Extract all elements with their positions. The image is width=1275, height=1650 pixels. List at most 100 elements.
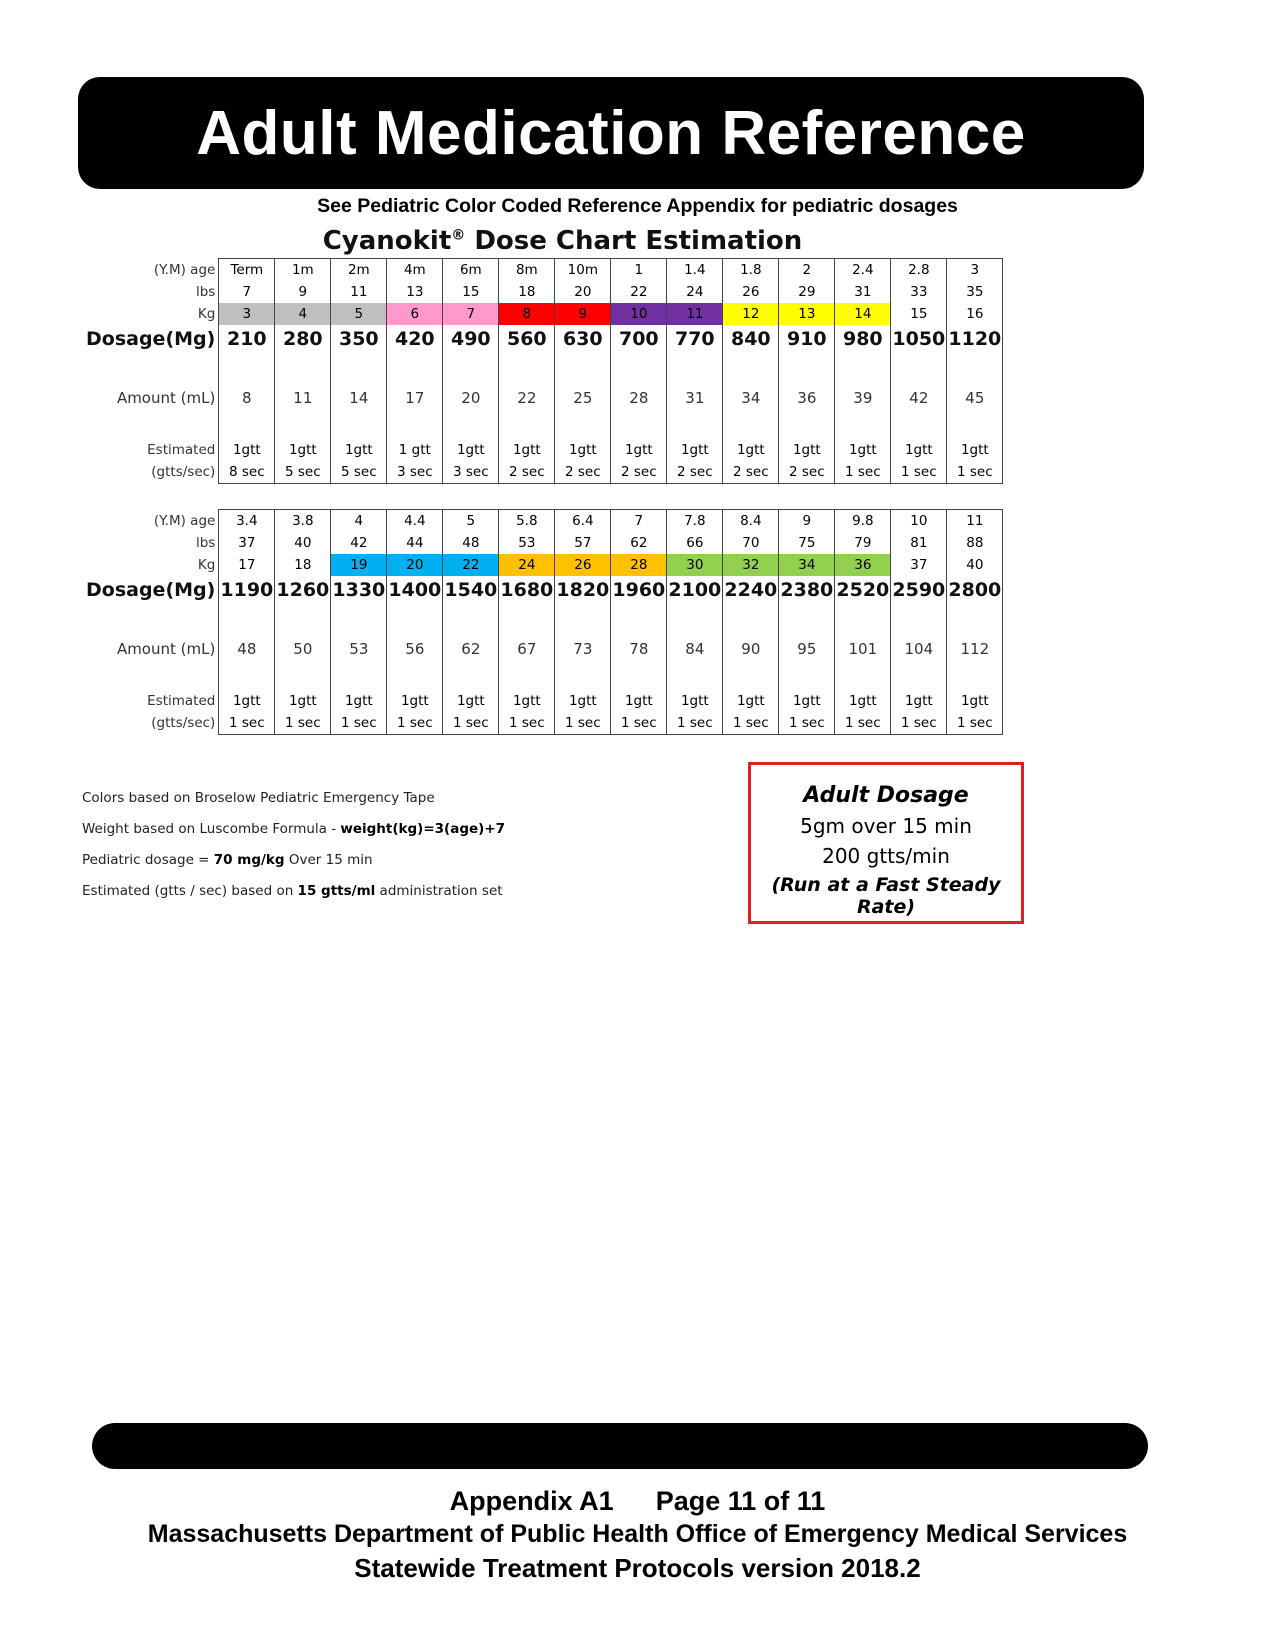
spacer-cell — [610, 353, 668, 387]
spacer-cell — [386, 409, 444, 439]
row-label: lbs — [195, 535, 216, 551]
amount-cell: 112 — [946, 638, 1004, 660]
dosage-cell: 2240 — [722, 576, 780, 604]
row-seconds: (gtts/sec) 1 sec 1 sec 1 sec 1 sec 1 sec 1 sec… — [86, 712, 1004, 735]
page-number: Page 11 of 11 — [655, 1486, 826, 1516]
row-age: (Y.M) age 3.4 3.8 4 4.4 5 5.8 6.4 7 7.8 8.4 9 9.8 10 1… — [86, 509, 1004, 532]
dosage-cell: 1190 — [218, 576, 276, 604]
dosage-cell: 700 — [610, 325, 668, 353]
spacer-cell — [498, 604, 556, 638]
seconds-cell: 2 sec — [722, 461, 780, 484]
spacer-row — [86, 353, 1004, 387]
adult-dosage-title: Adult Dosage — [803, 783, 969, 808]
spacer-cell — [722, 353, 780, 387]
kg-cell: 9 — [554, 303, 612, 325]
seconds-cell: 1 sec — [386, 712, 444, 735]
seconds-cell: 1 sec — [722, 712, 780, 735]
lbs-cell: 79 — [834, 532, 892, 554]
kg-cell: 3 — [218, 303, 276, 325]
kg-cell: 30 — [666, 554, 724, 576]
seconds-cell: 3 sec — [442, 461, 500, 484]
age-cell: 5.8 — [498, 509, 556, 532]
dose-table-infant: (Y.M) age Term 1m 2m 4m 6m 8m 10m 1 1.4 1.8 2 2.4 2.8… — [86, 258, 1004, 484]
amount-cell: 17 — [386, 387, 444, 409]
seconds-cell: 1 sec — [834, 461, 892, 484]
seconds-cell: 1 sec — [890, 712, 948, 735]
drops-cell: 1gtt — [890, 439, 948, 461]
seconds-cell: 1 sec — [330, 712, 388, 735]
lbs-cell: 37 — [218, 532, 276, 554]
row-label: Dosage(Mg) — [86, 579, 216, 601]
dosage-cell: 840 — [722, 325, 780, 353]
amount-cell: 14 — [330, 387, 388, 409]
spacer-cell — [330, 604, 388, 638]
spacer-cell — [890, 660, 948, 690]
seconds-cell: 1 sec — [834, 712, 892, 735]
lbs-cell: 33 — [890, 281, 948, 303]
lbs-cell: 35 — [946, 281, 1004, 303]
spacer-cell — [946, 660, 1004, 690]
drops-cell: 1gtt — [890, 690, 948, 712]
spacer-cell — [722, 409, 780, 439]
dose-chart-title: Cyanokit® Dose Chart Estimation — [0, 226, 1125, 256]
amount-cell: 67 — [498, 638, 556, 660]
lbs-cell: 62 — [610, 532, 668, 554]
spacer-cell — [610, 660, 668, 690]
lbs-cell: 18 — [498, 281, 556, 303]
row-kg: Kg 17 18 19 20 22 24 26 28 30 32 34 36 37 40 — [86, 554, 1004, 576]
spacer-cell — [330, 660, 388, 690]
dosage-cell: 2800 — [946, 576, 1004, 604]
spacer-cell — [890, 604, 948, 638]
age-cell: 9.8 — [834, 509, 892, 532]
amount-cell: 104 — [890, 638, 948, 660]
age-cell: 3.4 — [218, 509, 276, 532]
drops-cell: 1gtt — [610, 690, 668, 712]
kg-cell: 20 — [386, 554, 444, 576]
footer-department: Massachusetts Department of Public Healt… — [147, 1520, 1128, 1548]
drops-cell: 1gtt — [218, 690, 276, 712]
lbs-cell: 48 — [442, 532, 500, 554]
kg-cell: 10 — [610, 303, 668, 325]
row-label: (Y.M) age — [153, 512, 216, 529]
lbs-cell: 53 — [498, 532, 556, 554]
lbs-cell: 7 — [218, 281, 276, 303]
row-label: Dosage(Mg) — [86, 328, 216, 350]
amount-cell: 34 — [722, 387, 780, 409]
drops-cell: 1gtt — [834, 439, 892, 461]
kg-cell: 22 — [442, 554, 500, 576]
kg-cell: 11 — [666, 303, 724, 325]
dosage-cell: 1540 — [442, 576, 500, 604]
note-colors: Colors based on Broselow Pediatric Emerg… — [82, 790, 435, 806]
drops-cell: 1 gtt — [386, 439, 444, 461]
age-cell: 3.8 — [274, 509, 332, 532]
spacer-cell — [666, 409, 724, 439]
dosage-cell: 2380 — [778, 576, 836, 604]
dosage-cell: 1960 — [610, 576, 668, 604]
row-drops: Estimated 1gtt 1gtt 1gtt 1gtt 1gtt 1gtt 1gtt 1gt… — [86, 690, 1004, 712]
adult-dosage-rate: 200 gtts/min — [822, 844, 950, 868]
kg-cell: 28 — [610, 554, 668, 576]
dosage-cell: 1400 — [386, 576, 444, 604]
drops-cell: 1gtt — [554, 690, 612, 712]
lbs-cell: 26 — [722, 281, 780, 303]
age-cell: 6.4 — [554, 509, 612, 532]
spacer-cell — [274, 353, 332, 387]
age-cell: 11 — [946, 509, 1004, 532]
row-lbs: lbs 37 40 42 44 48 53 57 62 66 70 75 79 81 88 — [86, 532, 1004, 554]
spacer-cell — [890, 409, 948, 439]
age-cell: 8m — [498, 258, 556, 281]
row-amount: Amount (mL) 8 11 14 17 20 22 25 28 31 34 36 39 42 45 — [86, 387, 1004, 409]
kg-cell: 13 — [778, 303, 836, 325]
dosage-cell: 560 — [498, 325, 556, 353]
note-weight: Weight based on Luscombe Formula - weigh… — [82, 821, 506, 837]
dosage-cell: 1120 — [946, 325, 1004, 353]
dosage-cell: 770 — [666, 325, 724, 353]
amount-cell: 22 — [498, 387, 556, 409]
kg-cell: 4 — [274, 303, 332, 325]
kg-cell: 5 — [330, 303, 388, 325]
amount-cell: 95 — [778, 638, 836, 660]
spacer-cell — [946, 409, 1004, 439]
drops-cell: 1gtt — [498, 439, 556, 461]
note-estimated-rate: Estimated (gtts / sec) based on 15 gtts/… — [82, 883, 503, 899]
seconds-cell: 1 sec — [498, 712, 556, 735]
